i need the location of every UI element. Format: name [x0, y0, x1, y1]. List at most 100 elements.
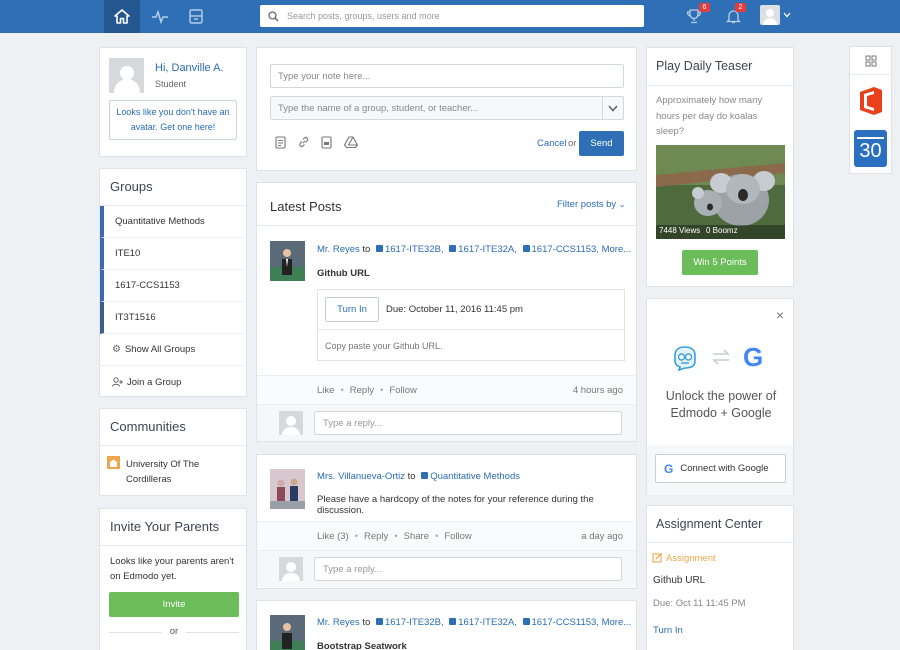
- follow-link[interactable]: Follow: [444, 531, 471, 542]
- group-link[interactable]: 1617-ITE32B,: [385, 617, 444, 628]
- author-link[interactable]: Mrs. Villanueva-Ortiz: [317, 471, 405, 482]
- add-user-icon: [112, 377, 123, 387]
- group-link[interactable]: 1617-ITE32A,: [458, 244, 517, 255]
- recipient-input[interactable]: Type the name of a group, student, or te…: [270, 96, 624, 120]
- reply-input[interactable]: Type a reply...: [314, 411, 622, 435]
- profile-card: Hi, Danville A. Student Looks like you d…: [99, 47, 247, 157]
- win-points-button[interactable]: Win 5 Points: [682, 250, 758, 275]
- group-item[interactable]: ITE10: [100, 238, 246, 270]
- show-all-groups-link[interactable]: ⚙ Show All Groups: [100, 334, 246, 366]
- office-icon: [860, 87, 882, 115]
- assignment-turn-in-link[interactable]: Turn In: [653, 625, 683, 636]
- chevron-down-icon[interactable]: [783, 12, 791, 18]
- group-item[interactable]: Quantitative Methods: [100, 206, 246, 238]
- post-card: Mr. Reyes to 1617-ITE32B, 1617-ITE32A, 1…: [256, 600, 637, 650]
- feed-card: Latest Posts Filter posts by ⌄ Mr. Reyes…: [256, 182, 637, 442]
- profile-name[interactable]: Hi, Danville A.: [155, 62, 223, 74]
- filter-posts-dropdown[interactable]: Filter posts by ⌄: [557, 199, 625, 210]
- author-avatar[interactable]: [270, 241, 305, 281]
- group-item[interactable]: IT3T1516: [100, 302, 246, 334]
- close-icon[interactable]: ×: [776, 307, 784, 323]
- like-link[interactable]: Like (3): [317, 531, 349, 542]
- turn-in-button[interactable]: Turn In: [325, 297, 379, 322]
- home-button[interactable]: [104, 0, 140, 33]
- like-link[interactable]: Like: [317, 385, 334, 396]
- post-title[interactable]: Bootstrap Seatwork: [317, 641, 407, 650]
- note-input[interactable]: Type your note here...: [270, 64, 624, 88]
- teaser-question: Approximately how many hours per day do …: [656, 95, 763, 137]
- daily-teaser-card: Play Daily Teaser Approximately how many…: [646, 47, 794, 287]
- assignment-due: Due: Oct 11 11:45 PM: [653, 598, 746, 609]
- backpack-button[interactable]: [178, 0, 214, 33]
- apps-launcher: 30: [849, 46, 892, 174]
- office-app[interactable]: [858, 85, 884, 120]
- groups-title: Groups: [100, 169, 246, 206]
- school-icon: [107, 456, 120, 469]
- activity-button[interactable]: [142, 0, 178, 33]
- calendar-app[interactable]: 30: [854, 130, 887, 167]
- avatar: [279, 411, 303, 435]
- recipient-dropdown[interactable]: [602, 97, 623, 119]
- profile-role: Student: [155, 79, 187, 89]
- user-avatar-menu[interactable]: [760, 5, 780, 25]
- assignment-name[interactable]: Github URL: [653, 575, 705, 586]
- cancel-link[interactable]: Cancel: [537, 138, 567, 149]
- group-square-icon: [522, 618, 530, 625]
- google-g-icon: G: [664, 461, 674, 476]
- author-link[interactable]: Mr. Reyes: [317, 244, 360, 255]
- library-icon[interactable]: [321, 136, 332, 149]
- post-text: Please have a hardcopy of the notes for …: [317, 494, 594, 516]
- koala-image[interactable]: 7448 Views 0 Boomz: [656, 145, 785, 239]
- group-square-icon: [449, 245, 457, 252]
- group-item[interactable]: 1617-CCS1153: [100, 270, 246, 302]
- top-navigation-bar: Search posts, groups, users and more 6 2: [0, 0, 900, 33]
- post-header: Mr. Reyes to 1617-ITE32B, 1617-ITE32A, 1…: [317, 617, 631, 628]
- to-label: to: [362, 617, 371, 628]
- file-icon[interactable]: [275, 136, 286, 149]
- communities-title: Communities: [100, 409, 246, 446]
- reply-input[interactable]: Type a reply...: [314, 557, 622, 581]
- due-date: Due: October 11, 2016 11:45 pm: [386, 304, 523, 315]
- reply-link[interactable]: Reply: [350, 385, 374, 396]
- avatar: [279, 557, 303, 581]
- post-header: Mr. Reyes to 1617-ITE32B, 1617-ITE32A, 1…: [317, 244, 631, 255]
- google-drive-icon[interactable]: [344, 136, 358, 148]
- follow-link[interactable]: Follow: [389, 385, 416, 396]
- share-link[interactable]: Share: [404, 531, 429, 542]
- avatar[interactable]: [109, 58, 144, 93]
- group-link[interactable]: Quantitative Methods: [430, 471, 520, 482]
- group-link[interactable]: 1617-ITE32A,: [458, 617, 517, 628]
- send-button[interactable]: Send: [579, 131, 624, 156]
- invite-button[interactable]: Invite: [109, 592, 239, 617]
- to-label: to: [362, 244, 371, 255]
- grid-icon: [865, 55, 876, 66]
- author-avatar[interactable]: [270, 469, 305, 509]
- link-icon[interactable]: [298, 136, 310, 148]
- more-groups-link[interactable]: More...: [602, 617, 632, 628]
- post-title[interactable]: Github URL: [317, 268, 370, 279]
- group-link[interactable]: 1617-ITE32B,: [385, 244, 444, 255]
- author-link[interactable]: Mr. Reyes: [317, 617, 360, 628]
- or-label: or: [568, 138, 577, 149]
- backpack-icon: [189, 9, 203, 24]
- apps-grid-button[interactable]: [850, 47, 891, 75]
- more-groups-link[interactable]: More...: [602, 244, 632, 255]
- group-link[interactable]: 1617-CCS1153,: [532, 617, 599, 628]
- group-square-icon: [375, 245, 383, 252]
- assignment-center-title: Assignment Center: [656, 517, 763, 531]
- group-square-icon: [375, 618, 383, 625]
- invite-text: Looks like your parents aren't on Edmodo…: [110, 556, 234, 582]
- get-avatar-button[interactable]: Looks like you don't have an avatar. Get…: [109, 100, 237, 140]
- community-item[interactable]: University Of The Cordilleras: [126, 457, 236, 487]
- or-label: or: [162, 626, 186, 637]
- search-bar[interactable]: Search posts, groups, users and more: [260, 5, 644, 27]
- connect-google-button[interactable]: G Connect with Google: [655, 454, 786, 483]
- author-avatar[interactable]: [270, 615, 305, 650]
- chevron-down-icon: ⌄: [618, 200, 626, 209]
- group-link[interactable]: 1617-CCS1153,: [532, 244, 599, 255]
- join-group-link[interactable]: Join a Group: [100, 366, 246, 398]
- join-group-label: Join a Group: [127, 376, 182, 388]
- promo-text: Unlock the power of Edmodo + Google: [665, 389, 777, 420]
- chevron-down-icon: [608, 104, 618, 112]
- reply-link[interactable]: Reply: [364, 531, 388, 542]
